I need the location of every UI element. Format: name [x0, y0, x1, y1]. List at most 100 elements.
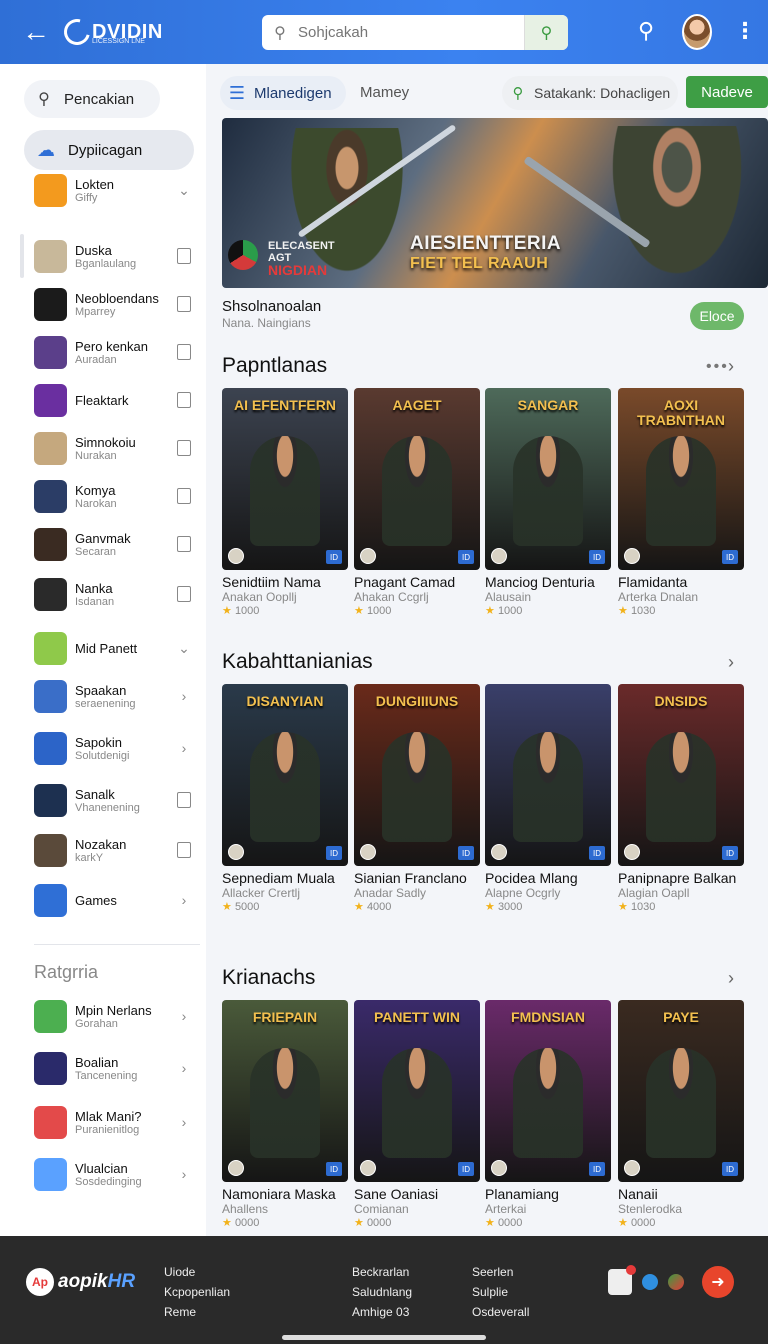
sidebar-item[interactable]: Komya Narokan — [34, 476, 194, 516]
game-card[interactable]: SANGAR ID Manciog Denturia Alausain ★ 1000 — [485, 388, 611, 617]
game-card[interactable]: FRIEPAIN ID Namoniara Maska Ahallens ★ 0000 — [222, 1000, 348, 1229]
bookmark-icon[interactable] — [177, 842, 191, 858]
game-cover[interactable]: AAGET ID — [354, 388, 480, 570]
game-title: Flamidanta — [618, 574, 688, 590]
more-options-icon[interactable]: ⋮ — [734, 18, 756, 44]
game-card[interactable]: DNSIDS ID Panipnapre Balkan Alagian Oapll ★ … — [618, 684, 744, 913]
sidebar-item-sublabel: Isdanan — [75, 595, 115, 608]
category-item[interactable]: Mlak Mani? Puranienitlog › — [34, 1102, 194, 1142]
search-bar[interactable]: ⚲ ⚲ — [262, 15, 568, 50]
sidebar-item-label: Pero kenkan — [75, 338, 148, 354]
app-icon-blue[interactable] — [642, 1274, 658, 1290]
bookmark-icon[interactable] — [177, 248, 191, 264]
featured-action-button[interactable]: Eloce — [690, 302, 744, 330]
hero-banner[interactable]: ELECASENT AGT NIGDIAN AIESIENTTERIA FIET… — [222, 118, 768, 288]
sidebar-item[interactable]: Spaakan seraenening › — [34, 676, 194, 716]
game-cover[interactable]: DISANYIAN ID — [222, 684, 348, 866]
sidebar-item[interactable]: Nozakan karkY — [34, 830, 194, 870]
game-cover[interactable]: AOXI TRABNTHAN ID — [618, 388, 744, 570]
footer-logo[interactable]: Ap aopikHR — [26, 1268, 135, 1296]
game-card[interactable]: AAGET ID Pnagant Camad Ahakan Ccgrlj ★ 1000 — [354, 388, 480, 617]
section-chevron-right-icon[interactable]: › — [728, 652, 734, 673]
game-cover[interactable]: FMDNSIAN ID — [485, 1000, 611, 1182]
search-icon[interactable]: ⚲ — [638, 18, 664, 46]
game-cover[interactable]: AI EFENTFERN ID — [222, 388, 348, 570]
sidebar-search[interactable]: ⚲ Pencakian — [24, 80, 160, 118]
home-indicator[interactable] — [282, 1335, 486, 1340]
game-card[interactable]: DISANYIAN ID Sepnediam Muala Allacker Crert… — [222, 684, 348, 913]
sidebar-item[interactable]: Neobloendans Mparrey — [34, 284, 194, 324]
sidebar-scroll-indicator[interactable] — [20, 234, 24, 278]
user-avatar[interactable] — [682, 14, 712, 50]
game-card[interactable]: ID Pocidea Mlang Alapne Ocgrly ★ 3000 — [485, 684, 611, 913]
game-cover[interactable]: SANGAR ID — [485, 388, 611, 570]
footer-link[interactable]: Beckrarlan — [352, 1262, 412, 1282]
bookmark-icon[interactable] — [177, 536, 191, 552]
game-card[interactable]: DUNGIIIUNS ID Sianian Franclano Anadar Sadl… — [354, 684, 480, 913]
game-cover[interactable]: DNSIDS ID — [618, 684, 744, 866]
footer-link[interactable]: Amhige 03 — [352, 1302, 412, 1322]
primary-action-button[interactable]: Nadeve — [686, 76, 768, 108]
filter-chip-primary[interactable]: ☰ Mlanedigen — [220, 76, 346, 110]
game-cover-character — [513, 436, 583, 546]
bookmark-icon[interactable] — [177, 488, 191, 504]
game-cover[interactable]: ID — [485, 684, 611, 866]
footer-link[interactable]: Kcpopenlian — [164, 1282, 230, 1302]
status-chip[interactable]: ⚲ Satakank: Dohacligen — [502, 76, 678, 110]
bookmark-icon[interactable] — [177, 344, 191, 360]
search-input[interactable] — [298, 24, 524, 41]
footer-link[interactable]: Sulplie — [472, 1282, 529, 1302]
category-item[interactable]: Mpin Nerlans Gorahan › — [34, 996, 194, 1036]
game-card[interactable]: PAYE ID Nanaii Stenlerodka ★ 0000 — [618, 1000, 744, 1229]
game-cover[interactable]: PANETT WIN ID — [354, 1000, 480, 1182]
sidebar-item[interactable]: Nanka Isdanan — [34, 574, 194, 614]
sidebar-item[interactable]: Duska Bganlaulang — [34, 236, 194, 276]
sidebar-item[interactable]: Simnokoiu Nurakan — [34, 428, 194, 468]
bookmark-icon[interactable] — [177, 296, 191, 312]
game-cover-character — [382, 732, 452, 842]
category-item[interactable]: Vlualcian Sosdedinging › — [34, 1154, 194, 1194]
game-rating: ★ 3000 — [485, 900, 611, 913]
forward-arrow-icon[interactable]: ➜ — [702, 1266, 734, 1298]
game-cover[interactable]: DUNGIIIUNS ID — [354, 684, 480, 866]
section-title: Papntlanas — [222, 354, 328, 377]
game-developer: Anadar Sadly — [354, 886, 427, 900]
game-card[interactable]: AOXI TRABNTHAN ID Flamidanta Arterka Dnalan… — [618, 388, 744, 617]
bookmark-icon[interactable] — [177, 392, 191, 408]
game-card[interactable]: FMDNSIAN ID Planamiang Arterkai ★ 0000 — [485, 1000, 611, 1229]
sidebar-item[interactable]: Sapokin Solutdenigi › — [34, 728, 194, 768]
game-cover[interactable]: PAYE ID — [618, 1000, 744, 1182]
search-submit-button[interactable]: ⚲ — [524, 15, 568, 50]
footer-link[interactable]: Saludnlang — [352, 1282, 412, 1302]
sidebar-item[interactable]: Ganvmak Secaran — [34, 524, 194, 564]
bookmark-icon[interactable] — [177, 586, 191, 602]
category-item[interactable]: Boalian Tancenening › — [34, 1048, 194, 1088]
back-arrow-icon[interactable]: ← — [22, 16, 54, 48]
shopping-bag-icon[interactable] — [608, 1265, 636, 1295]
play-store-icon[interactable] — [668, 1274, 684, 1290]
footer-link[interactable]: Uiode — [164, 1262, 230, 1282]
sidebar-item[interactable]: Lokten Giffy ⌄ — [34, 170, 194, 210]
footer-link[interactable]: Seerlen — [472, 1262, 529, 1282]
game-card[interactable]: AI EFENTFERN ID Senidtiim Nama Anakan Oopll… — [222, 388, 348, 617]
section-chevron-right-icon[interactable]: › — [728, 356, 734, 377]
footer-link[interactable]: Reme — [164, 1302, 230, 1322]
game-cover[interactable]: FRIEPAIN ID — [222, 1000, 348, 1182]
more-dots-icon[interactable]: ••• — [706, 358, 729, 376]
sidebar-item[interactable]: Sanalk Vhanenening — [34, 780, 194, 820]
sidebar-item-text: Sapokin Solutdenigi — [75, 735, 174, 762]
sidebar-item-active[interactable]: ☁ Dypiicagan — [24, 130, 194, 170]
sidebar-item-label: Nanka — [75, 580, 113, 596]
bookmark-icon[interactable] — [177, 440, 191, 456]
sidebar-item[interactable]: Fleaktark — [34, 380, 194, 420]
game-card[interactable]: PANETT WIN ID Sane Oaniasi Comianan ★ 0000 — [354, 1000, 480, 1229]
platform-icon: ID — [722, 846, 738, 860]
bookmark-icon[interactable] — [177, 792, 191, 808]
sidebar-item[interactable]: Games › — [34, 880, 194, 920]
footer-link[interactable]: Osdeverall — [472, 1302, 529, 1322]
section-chevron-right-icon[interactable]: › — [728, 968, 734, 989]
sidebar-item[interactable]: Mid Panett ⌄ — [34, 628, 194, 668]
filter-chip-secondary[interactable]: Mamey — [360, 84, 409, 101]
app-logo[interactable]: DVIDIN LICESSIGN LNE — [59, 14, 163, 50]
sidebar-item[interactable]: Pero kenkan Auradan — [34, 332, 194, 372]
